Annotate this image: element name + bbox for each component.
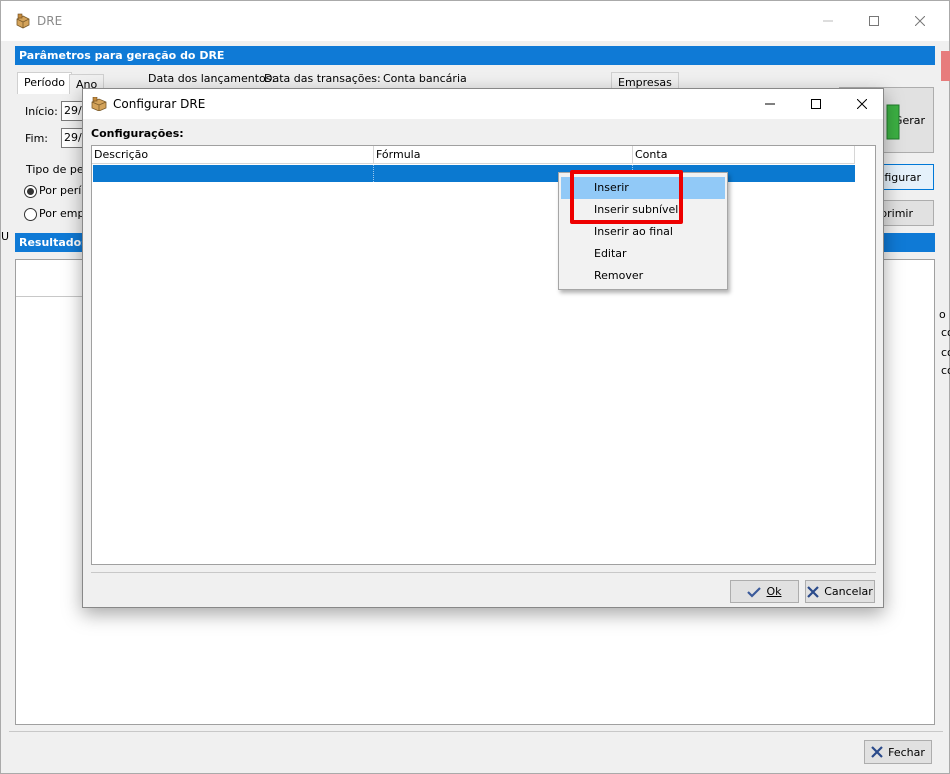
- fim-label: Fim:: [25, 132, 49, 145]
- configurar-dre-dialog: Configurar DRE Configurações: Descrição …: [82, 88, 884, 608]
- right-edge-text-3: co: [941, 346, 950, 359]
- tab-periodo[interactable]: Período: [17, 72, 73, 94]
- table-row-selected[interactable]: [93, 165, 855, 182]
- column-header-descricao[interactable]: Descrição: [92, 146, 374, 164]
- footer-divider: [9, 731, 943, 732]
- radio-por-empresa[interactable]: [24, 208, 37, 221]
- minimize-icon: [765, 103, 775, 105]
- minimize-button[interactable]: [805, 1, 851, 41]
- highlight-annotation-box: [570, 170, 683, 224]
- minimize-icon: [823, 20, 833, 22]
- package-icon: [91, 97, 107, 111]
- dialog-title: Configurar DRE: [113, 97, 206, 111]
- maximize-icon: [869, 16, 879, 26]
- right-edge-text-2: co: [941, 326, 950, 339]
- x-icon: [807, 585, 820, 598]
- x-icon: [871, 746, 883, 758]
- dialog-maximize-button[interactable]: [793, 89, 839, 119]
- column-header-formula[interactable]: Fórmula: [374, 146, 633, 164]
- background-strip: [941, 51, 950, 81]
- menu-item-remover[interactable]: Remover: [561, 265, 725, 287]
- close-button[interactable]: [897, 1, 943, 41]
- cancel-button[interactable]: Cancelar: [805, 580, 875, 603]
- conta-bancaria-label: Conta bancária: [383, 72, 467, 85]
- checkmark-icon: [747, 586, 762, 598]
- table-cell[interactable]: [93, 165, 374, 182]
- inicio-label: Início:: [25, 105, 58, 118]
- dialog-titlebar: Configurar DRE: [83, 89, 883, 119]
- radio-por-periodo[interactable]: [24, 185, 37, 198]
- close-icon: [915, 16, 925, 26]
- dialog-footer-divider: [91, 572, 876, 573]
- menu-item-editar[interactable]: Editar: [561, 243, 725, 265]
- main-window-title: DRE: [37, 14, 63, 28]
- right-edge-text-4: co: [941, 364, 950, 377]
- left-edge-text: U: [1, 230, 10, 243]
- green-door-icon: [886, 104, 900, 140]
- right-edge-text-1: o: [939, 308, 946, 321]
- maximize-icon: [811, 99, 821, 109]
- fechar-button-label: Fechar: [888, 745, 925, 759]
- configuracoes-label: Configurações:: [91, 127, 184, 140]
- fechar-button[interactable]: Fechar: [864, 740, 932, 764]
- dialog-close-button[interactable]: [839, 89, 885, 119]
- cancel-button-label: Cancelar: [824, 585, 873, 598]
- maximize-button[interactable]: [851, 1, 897, 41]
- column-header-conta[interactable]: Conta: [633, 146, 855, 164]
- menu-item-inserir-ao-final[interactable]: Inserir ao final: [561, 221, 725, 243]
- data-lancamentos-label: Data dos lançamentos:: [148, 72, 276, 85]
- config-grid[interactable]: Descrição Fórmula Conta: [91, 145, 876, 565]
- dialog-minimize-button[interactable]: [747, 89, 793, 119]
- results-divider: [16, 296, 84, 297]
- ok-button-label: Ok: [766, 585, 782, 598]
- data-transacoes-label: Data das transações:: [264, 72, 381, 85]
- tipo-pesquisa-label: Tipo de pes: [26, 163, 90, 176]
- close-icon: [857, 99, 867, 109]
- package-icon: [16, 13, 30, 29]
- params-header: Parâmetros para geração do DRE: [15, 46, 935, 65]
- main-titlebar: DRE: [1, 1, 949, 41]
- ok-button[interactable]: Ok: [730, 580, 799, 603]
